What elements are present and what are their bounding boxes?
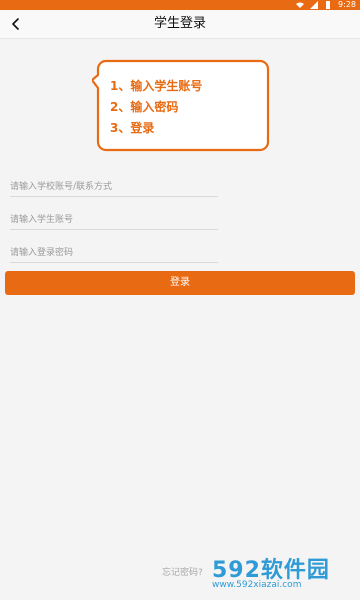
signal-icon xyxy=(310,1,319,9)
battery-icon xyxy=(324,1,332,9)
watermark-url: www.592xiazai.com xyxy=(212,580,302,590)
instruction-list: 1、输入学生账号 2、输入密码 3、登录 xyxy=(110,76,270,139)
instruction-step-3: 3、登录 xyxy=(110,121,155,135)
school-account-input[interactable] xyxy=(10,176,218,198)
instruction-bubble: 1、输入学生账号 2、输入密码 3、登录 xyxy=(92,58,270,152)
watermark: 592软件园 www.592xiazai.com xyxy=(212,546,360,600)
chevron-left-icon xyxy=(10,15,22,34)
app-bar: 学生登录 xyxy=(0,10,360,39)
page-title: 学生登录 xyxy=(153,16,206,31)
student-account-input[interactable] xyxy=(10,209,218,231)
back-button[interactable] xyxy=(6,14,26,34)
instruction-step-1: 1、输入学生账号 xyxy=(110,79,203,93)
school-account-field xyxy=(10,174,218,198)
status-bar-right: 9:28 xyxy=(296,0,356,10)
wifi-icon xyxy=(296,1,305,9)
password-field xyxy=(10,240,218,264)
status-bar: 9:28 xyxy=(0,0,360,10)
login-button[interactable]: 登录 xyxy=(5,271,355,295)
instruction-step-2: 2、输入密码 xyxy=(110,100,179,114)
password-input[interactable] xyxy=(10,242,218,264)
forgot-password-link[interactable]: 忘记密码? xyxy=(162,565,203,578)
status-time: 9:28 xyxy=(338,0,356,9)
student-account-field xyxy=(10,207,218,231)
